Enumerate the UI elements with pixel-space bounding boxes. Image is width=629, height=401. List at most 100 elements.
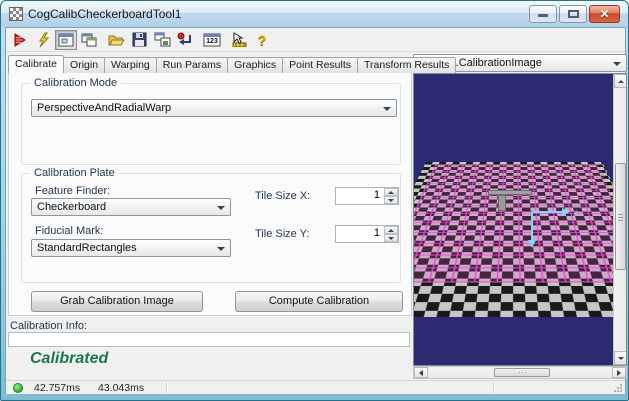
calibration-mode-combo[interactable]: PerspectiveAndRadialWarp: [31, 99, 397, 117]
axis-x-label: x: [573, 208, 578, 219]
run-time-value: 42.757ms: [34, 382, 81, 394]
checkerboard-pattern: [414, 161, 613, 317]
status-led-icon: [13, 383, 23, 393]
fiducial-mark-label: Fiducial Mark:: [35, 225, 104, 237]
spin-up-button[interactable]: [384, 188, 398, 196]
copy-windows-icon: [154, 32, 170, 47]
total-time-value: 43.043ms: [98, 382, 145, 394]
image-window-icon: [58, 33, 74, 46]
electric-run-button[interactable]: [32, 30, 54, 50]
maximize-button[interactable]: [559, 5, 587, 23]
compute-calibration-button[interactable]: Compute Calibration: [235, 291, 403, 312]
vertical-scroll-thumb[interactable]: [615, 163, 626, 270]
calibration-mode-groupbox: Calibration Mode: [21, 77, 401, 165]
calibration-overlay-grid: [414, 164, 613, 283]
close-icon: ✕: [599, 7, 610, 21]
spin-down-button[interactable]: [384, 196, 398, 204]
feature-finder-label: Feature Finder:: [35, 185, 111, 197]
calc-123-label: 123: [206, 38, 218, 45]
fiducial-t-mark-vertical: [498, 195, 506, 211]
numeric-results-button[interactable]: 123: [201, 30, 223, 50]
scroll-right-icon: [617, 369, 621, 376]
help-icon: ?: [257, 31, 267, 48]
save-file-button[interactable]: [128, 30, 150, 50]
spin-up-icon: [388, 228, 394, 232]
checkerboard-app-icon: [9, 7, 23, 21]
tab-origin[interactable]: Origin: [63, 57, 106, 73]
spin-down-button[interactable]: [384, 234, 398, 242]
spin-down-icon: [388, 198, 394, 202]
status-separator: [166, 382, 167, 393]
toolbar: 123 ?: [6, 28, 625, 52]
scroll-up-button[interactable]: [614, 74, 626, 88]
spin-down-icon: [388, 236, 394, 240]
position-tool-button[interactable]: [228, 30, 250, 50]
open-file-button[interactable]: [105, 30, 127, 50]
calibration-info-input[interactable]: [8, 332, 410, 347]
feature-finder-value: Checkerboard: [37, 201, 107, 213]
run-button[interactable]: [9, 30, 31, 50]
calibration-info-label: Calibration Info:: [10, 320, 88, 332]
open-folder-icon: [108, 35, 125, 45]
tab-calibrate[interactable]: Calibrate: [8, 55, 65, 73]
chevron-down-icon: [383, 107, 391, 111]
reset-button[interactable]: [174, 30, 196, 50]
tile-size-x-spin-buttons: [384, 188, 398, 204]
tile-size-y-stepper[interactable]: [335, 225, 399, 243]
close-button[interactable]: ✕: [589, 5, 620, 23]
scroll-left-button[interactable]: [414, 367, 428, 378]
vertical-scrollbar[interactable]: [613, 74, 626, 365]
tab-point-results[interactable]: Point Results: [282, 57, 359, 73]
tab-strip: Calibrate Origin Warping Run Params Grap…: [8, 55, 457, 73]
calibrate-tab-page: Calibration Mode PerspectiveAndRadialWar…: [8, 72, 412, 316]
feature-finder-combo[interactable]: Checkerboard: [31, 198, 231, 216]
lightning-icon: [39, 32, 50, 47]
minimize-button[interactable]: [529, 5, 557, 23]
thumb-grip-icon: [522, 372, 523, 373]
window-title: CogCalibCheckerboardTool1: [28, 7, 182, 21]
scroll-down-button[interactable]: [614, 351, 626, 365]
horizontal-scroll-thumb[interactable]: [494, 368, 550, 377]
float-windows-button[interactable]: [78, 30, 100, 50]
save-icon: [132, 32, 146, 47]
calibration-image: x: [414, 74, 613, 365]
tab-graphics[interactable]: Graphics: [227, 57, 284, 73]
axis-marker: x: [528, 208, 578, 248]
chevron-down-icon: [217, 206, 225, 210]
tile-size-y-spin-buttons: [384, 226, 398, 242]
status-separator: [493, 382, 494, 393]
cascade-windows-icon: [81, 33, 97, 46]
tab-warping[interactable]: Warping: [104, 57, 157, 73]
reset-arrow-icon: [177, 32, 191, 45]
scroll-down-icon: [617, 356, 624, 360]
calibration-plate-caption: Calibration Plate: [30, 167, 119, 179]
copy-results-button[interactable]: [151, 30, 173, 50]
tab-run-params[interactable]: Run Params: [155, 57, 229, 73]
tile-size-x-stepper[interactable]: [335, 187, 399, 205]
fiducial-t-mark-horizontal: [488, 190, 532, 195]
scroll-right-button[interactable]: [612, 367, 626, 378]
checkerboard-scene: [414, 153, 613, 317]
spin-up-button[interactable]: [384, 226, 398, 234]
calibration-result-text: Calibrated: [30, 350, 109, 367]
status-bar: 42.757ms 43.043ms: [6, 380, 625, 394]
show-image-window-button[interactable]: [55, 29, 77, 50]
tile-size-x-input[interactable]: [336, 189, 382, 201]
tab-transform-results[interactable]: Transform Results: [357, 57, 457, 73]
tile-size-x-label: Tile Size X:: [255, 190, 311, 202]
fiducial-mark-combo[interactable]: StandardRectangles: [31, 239, 231, 257]
image-display[interactable]: x: [413, 73, 627, 366]
minimize-icon: [538, 14, 548, 17]
scroll-up-icon: [617, 79, 624, 83]
chevron-down-icon: [217, 247, 225, 251]
help-button[interactable]: ?: [251, 30, 273, 50]
resize-grip[interactable]: [613, 383, 623, 393]
tile-size-y-input[interactable]: [336, 227, 382, 239]
app-window: CogCalibCheckerboardTool1 ✕ 123 ? Calibr…: [0, 0, 629, 401]
run-icon: [14, 32, 26, 47]
thumb-grip-icon: [618, 216, 623, 218]
chevron-down-icon: [613, 62, 621, 66]
grab-calibration-image-button[interactable]: Grab Calibration Image: [31, 291, 203, 312]
title-bar[interactable]: CogCalibCheckerboardTool1 ✕: [1, 1, 628, 27]
horizontal-scrollbar[interactable]: [413, 366, 627, 379]
